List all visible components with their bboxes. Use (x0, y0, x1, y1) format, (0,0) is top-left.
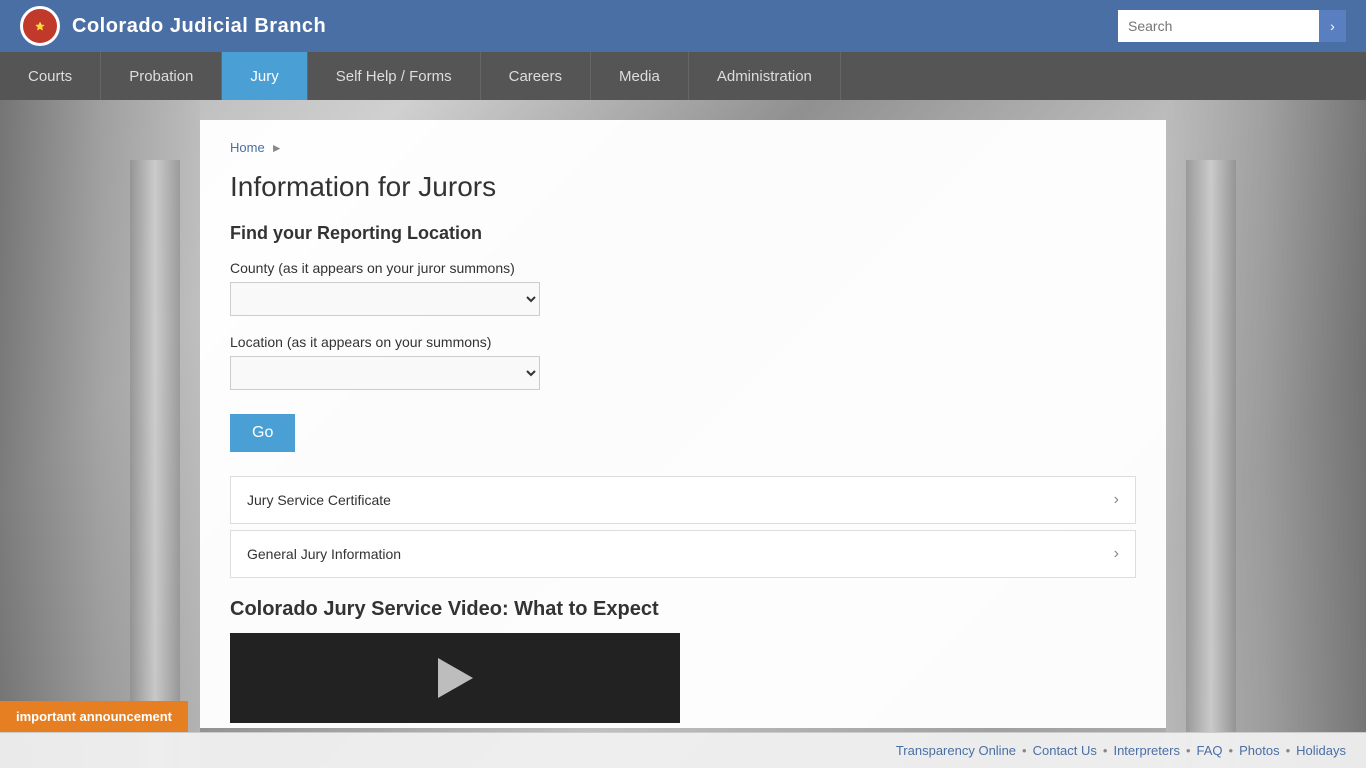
site-title: Colorado Judicial Branch (72, 15, 326, 38)
search-button[interactable]: › (1319, 10, 1346, 42)
county-form-group: County (as it appears on your juror summ… (230, 260, 1136, 316)
nav-item-selfhelp[interactable]: Self Help / Forms (308, 52, 481, 100)
announcement-banner[interactable]: important announcement (0, 701, 188, 732)
right-column-detail (1186, 160, 1236, 768)
nav-item-media[interactable]: Media (591, 52, 689, 100)
nav-item-courts[interactable]: Courts (0, 52, 101, 100)
nav-item-careers[interactable]: Careers (481, 52, 591, 100)
video-section-title: Colorado Jury Service Video: What to Exp… (230, 598, 1136, 621)
footer-link-photos[interactable]: Photos (1239, 743, 1279, 758)
list-item-label: General Jury Information (247, 546, 401, 562)
breadcrumb: Home ► (230, 140, 1136, 155)
list-item-arrow-1: › (1114, 491, 1119, 509)
video-placeholder[interactable] (230, 633, 680, 723)
page-title: Information for Jurors (230, 171, 1136, 203)
footer-link-interpreters[interactable]: Interpreters (1113, 743, 1179, 758)
logo-icon: ⭐ (20, 6, 60, 46)
list-item-label: Jury Service Certificate (247, 492, 391, 508)
list-item-arrow-2: › (1114, 545, 1119, 563)
nav-item-jury[interactable]: Jury (222, 52, 307, 100)
search-input[interactable] (1118, 10, 1319, 42)
main-layout: Home ► Information for Jurors Find your … (0, 100, 1366, 768)
location-form-group: Location (as it appears on your summons) (230, 334, 1136, 390)
county-select[interactable] (230, 282, 540, 316)
nav-item-administration[interactable]: Administration (689, 52, 841, 100)
find-section-title: Find your Reporting Location (230, 223, 1136, 244)
logo-area: ⭐ Colorado Judicial Branch (20, 6, 326, 46)
footer-link-transparency[interactable]: Transparency Online (896, 743, 1016, 758)
main-nav: Courts Probation Jury Self Help / Forms … (0, 52, 1366, 100)
nav-item-probation[interactable]: Probation (101, 52, 222, 100)
footer-link-faq[interactable]: FAQ (1197, 743, 1223, 758)
footer-link-holidays[interactable]: Holidays (1296, 743, 1346, 758)
video-play-icon (438, 658, 473, 698)
breadcrumb-home[interactable]: Home (230, 140, 265, 155)
location-select[interactable] (230, 356, 540, 390)
content-box: Home ► Information for Jurors Find your … (200, 120, 1166, 728)
search-bar: › (1118, 10, 1346, 42)
breadcrumb-separator: ► (271, 141, 283, 155)
county-label: County (as it appears on your juror summ… (230, 260, 1136, 276)
list-item-general-jury-info[interactable]: General Jury Information › (230, 530, 1136, 578)
list-item-jury-service-certificate[interactable]: Jury Service Certificate › (230, 476, 1136, 524)
site-header: ⭐ Colorado Judicial Branch › (0, 0, 1366, 52)
footer-bar: Transparency Online • Contact Us • Inter… (0, 732, 1366, 768)
footer-link-contact[interactable]: Contact Us (1033, 743, 1097, 758)
go-button[interactable]: Go (230, 414, 295, 452)
location-label: Location (as it appears on your summons) (230, 334, 1136, 350)
left-column-detail (130, 160, 180, 768)
